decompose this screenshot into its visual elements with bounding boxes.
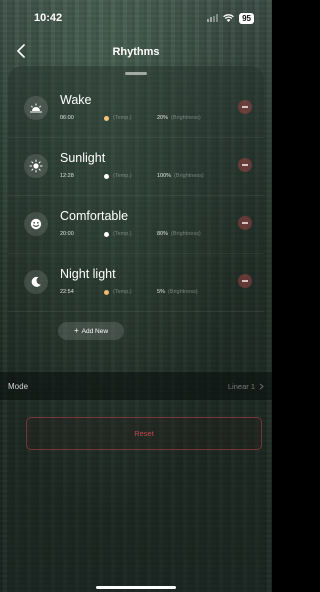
rhythm-meta: 22:54 (Temp.) 5% (Brightness): [60, 287, 198, 297]
rhythm-row-sunlight[interactable]: Sunlight 12:28 (Temp.) 100% (Brightness): [8, 138, 264, 196]
temp-label: (Temp.): [113, 289, 132, 295]
minus-icon: [242, 280, 248, 282]
delete-button[interactable]: [238, 216, 252, 230]
rhythm-name: Comfortable: [60, 209, 129, 223]
brightness-label: (Brightness): [174, 173, 204, 179]
brightness-value: 20%: [157, 115, 169, 121]
mode-value-wrap: Linear 1: [228, 382, 264, 391]
brightness-label: (Brightness): [171, 115, 201, 121]
rhythm-row-wake[interactable]: Wake 06:00 (Temp.) 20% (Brightness): [8, 80, 264, 138]
rhythm-meta: 12:28 (Temp.) 100% (Brightness): [60, 171, 204, 181]
chevron-right-icon: [259, 382, 264, 390]
sunrise-icon: [24, 96, 48, 120]
page-title: Rhythms: [112, 46, 160, 58]
battery-icon: 95: [239, 12, 254, 24]
status-icons: 95: [207, 12, 254, 24]
rhythm-name: Wake: [60, 93, 92, 107]
add-new-label: Add New: [81, 327, 109, 335]
wifi-icon: [223, 14, 234, 22]
nav-bar: Rhythms: [0, 38, 272, 66]
mode-value: Linear 1: [227, 381, 255, 391]
color-temp-dot: [104, 289, 109, 295]
minus-icon: [242, 106, 248, 108]
status-bar: 10:42 95: [0, 0, 272, 36]
add-new-button[interactable]: + Add New: [58, 322, 124, 340]
brightness-value: 100%: [157, 173, 172, 179]
reset-button[interactable]: Reset: [26, 417, 262, 450]
minus-icon: [242, 164, 248, 166]
chevron-left-icon[interactable]: [16, 44, 26, 58]
rhythm-row-comfortable[interactable]: Comfortable 20:00 (Temp.) 80% (Brightnes…: [8, 196, 264, 254]
signal-icon: [207, 14, 219, 22]
color-temp-dot: [104, 173, 109, 179]
delete-button[interactable]: [238, 100, 252, 114]
rhythm-list: Wake 06:00 (Temp.) 20% (Brightness) Sunl…: [8, 80, 264, 312]
mode-label: Mode: [8, 381, 29, 391]
brightness-value: 80%: [157, 231, 169, 237]
status-time: 10:42: [34, 12, 63, 24]
brightness-label: (Brightness): [171, 231, 201, 237]
sun-icon: [24, 154, 48, 178]
rhythm-time: 06:00: [60, 115, 74, 121]
mode-row[interactable]: Mode Linear 1: [0, 372, 272, 400]
minus-icon: [242, 222, 248, 224]
smile-icon: [24, 212, 48, 236]
reset-label: Reset: [134, 429, 154, 438]
rhythm-meta: 20:00 (Temp.) 80% (Brightness): [60, 229, 201, 239]
brightness-value: 5%: [157, 289, 165, 295]
rhythm-name: Sunlight: [60, 151, 106, 165]
color-temp-dot: [104, 115, 109, 121]
rhythm-time: 20:00: [60, 231, 74, 237]
temp-label: (Temp.): [113, 115, 132, 121]
rhythm-meta: 06:00 (Temp.) 20% (Brightness): [60, 113, 201, 123]
brightness-label: (Brightness): [167, 289, 198, 295]
sheet-grabber[interactable]: [125, 72, 147, 75]
rhythm-time: 22:54: [60, 289, 74, 295]
rhythm-name: Night light: [60, 267, 116, 281]
plus-icon: +: [73, 326, 79, 335]
delete-button[interactable]: [238, 274, 252, 288]
rhythms-sheet: Wake 06:00 (Temp.) 20% (Brightness) Sunl…: [8, 66, 264, 592]
rhythm-row-night-light[interactable]: Night light 22:54 (Temp.) 5% (Brightness…: [8, 254, 264, 312]
app-screen: 10:42 95 Rhythms Wake 06:00 (Temp.) 20% …: [0, 0, 272, 592]
moon-icon: [24, 270, 48, 294]
delete-button[interactable]: [238, 158, 252, 172]
rhythm-time: 12:28: [60, 173, 74, 179]
temp-label: (Temp.): [113, 231, 132, 237]
home-indicator[interactable]: [96, 586, 176, 589]
color-temp-dot: [104, 231, 109, 237]
temp-label: (Temp.): [113, 173, 132, 179]
